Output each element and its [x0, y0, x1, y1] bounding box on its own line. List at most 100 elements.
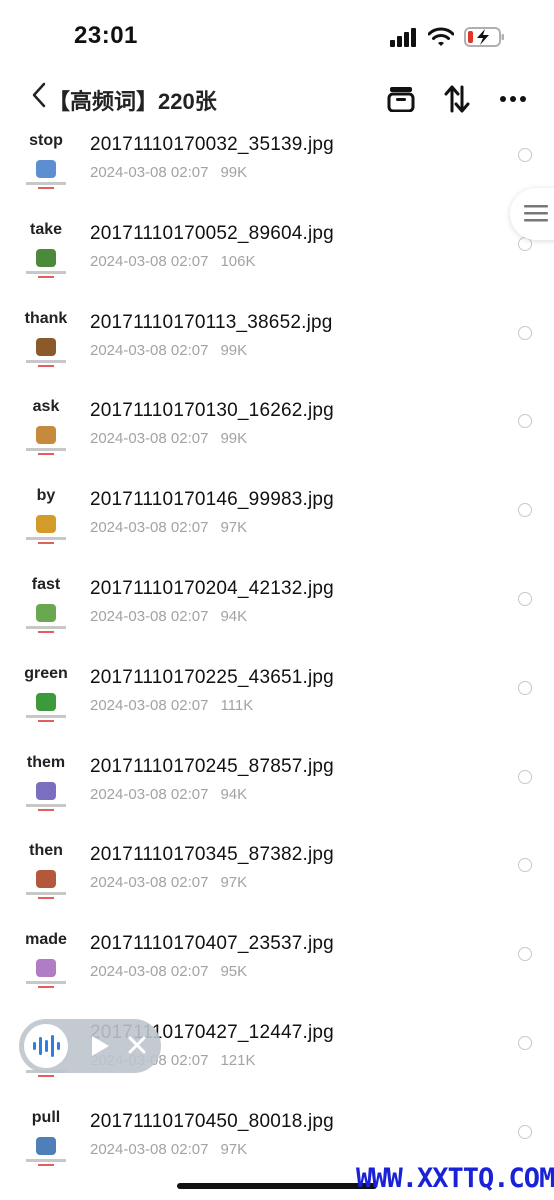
select-radio[interactable]	[518, 858, 532, 873]
thumbnail-caption-line	[26, 803, 66, 807]
list-item[interactable]: them 20171110170245_87857.jpg 2024-03-08 0…	[0, 746, 554, 835]
list-item[interactable]: fast 20171110170204_42132.jpg 2024-03-08 0…	[0, 568, 554, 657]
sort-icon[interactable]	[442, 84, 472, 114]
file-name: 20171110170052_89604.jpg	[90, 222, 334, 244]
file-name: 20171110170245_87857.jpg	[90, 755, 334, 777]
select-radio[interactable]	[518, 503, 532, 518]
play-icon[interactable]	[89, 1034, 111, 1063]
list-item[interactable]: ask 20171110170130_16262.jpg 2024-03-08 02…	[0, 390, 554, 479]
file-thumbnail: them	[20, 754, 72, 814]
thumbnail-caption-line	[26, 981, 66, 985]
battery-charging-icon	[464, 26, 506, 53]
file-size: 95K	[220, 963, 248, 981]
select-radio[interactable]	[518, 414, 532, 429]
file-date: 2024-03-08 02:07	[90, 252, 209, 270]
thumbnail-caption-highlight	[38, 187, 54, 189]
file-meta: 2024-03-08 02:07 97K	[90, 874, 247, 891]
thumbnail-caption-line	[26, 182, 66, 185]
list-item[interactable]: green 20171110170225_43651.jpg 2024-03-08 …	[0, 657, 554, 746]
thumbnail-word: them	[26, 753, 66, 771]
list-item[interactable]: thank 20171110170113_38652.jpg 2024-03-08 …	[0, 302, 554, 391]
status-bar: 23:01	[0, 0, 554, 70]
file-size: 121K	[220, 1052, 256, 1069]
file-date: 2024-03-08 02:07	[90, 341, 209, 359]
file-meta: 2024-03-08 02:07 95K	[90, 963, 247, 980]
file-date: 2024-03-08 02:07	[90, 430, 209, 448]
file-name: 20171110170130_16262.jpg	[90, 400, 334, 422]
select-radio[interactable]	[518, 148, 532, 162]
list-item[interactable]: stop 20171110170032_35139.jpg 2024-03-08 0…	[0, 124, 554, 213]
close-icon[interactable]	[126, 1034, 148, 1061]
list-item[interactable]: by 20171110170146_99983.jpg 2024-03-08 02:…	[0, 479, 554, 568]
page-title: 【高频词】220张	[48, 89, 217, 114]
file-meta: 2024-03-08 02:07 97K	[90, 1141, 247, 1158]
thumbnail-illustration	[36, 337, 56, 356]
thumbnail-illustration	[36, 248, 56, 267]
file-name: 20171110170407_23537.jpg	[90, 933, 334, 955]
file-date: 2024-03-08 02:07	[90, 963, 209, 981]
select-radio[interactable]	[518, 592, 532, 606]
thumbnail-caption-highlight	[38, 275, 54, 278]
select-radio[interactable]	[518, 1124, 532, 1139]
voice-wave-icon[interactable]	[24, 1024, 68, 1068]
file-size: 94K	[220, 785, 248, 803]
file-thumbnail: take	[20, 221, 72, 281]
file-meta: 2024-03-08 02:07 111K	[90, 697, 253, 714]
file-size: 99K	[220, 430, 248, 448]
nav-bar: 【高频词】220张	[0, 72, 554, 124]
file-name: 20171110170204_42132.jpg	[90, 578, 334, 599]
file-name: 20171110170146_99983.jpg	[90, 489, 334, 511]
file-meta: 2024-03-08 02:07 97K	[90, 519, 247, 536]
file-name: 20171110170225_43651.jpg	[90, 666, 334, 688]
status-time: 23:01	[74, 22, 138, 49]
thumbnail-caption-line	[26, 714, 66, 718]
thumbnail-word: thank	[24, 309, 68, 327]
list-item[interactable]: then 20171110170345_87382.jpg 2024-03-08 0…	[0, 834, 554, 923]
thumbnail-caption-line	[26, 448, 66, 452]
file-thumbnail: green	[20, 665, 72, 725]
select-radio[interactable]	[518, 680, 532, 695]
side-menu-tab[interactable]	[510, 188, 554, 240]
thumbnail-word: then	[29, 842, 63, 860]
file-date: 2024-03-08 02:07	[90, 696, 209, 714]
file-meta: 2024-03-08 02:07 106K	[90, 253, 255, 270]
thumbnail-caption-line	[26, 359, 66, 363]
file-name: 20171110170032_35139.jpg	[90, 134, 334, 155]
thumbnail-caption-highlight	[38, 808, 54, 811]
file-size: 97K	[220, 874, 248, 892]
status-icons	[390, 26, 506, 53]
chevron-left-icon[interactable]	[32, 82, 46, 114]
more-icon[interactable]	[498, 84, 528, 114]
thumbnail-illustration	[36, 692, 56, 711]
select-radio[interactable]	[518, 1036, 532, 1050]
thumbnail-caption-line	[26, 537, 66, 541]
thumbnail-illustration	[36, 870, 56, 889]
file-size: 99K	[220, 164, 248, 181]
file-name: 20171110170450_80018.jpg	[90, 1110, 334, 1132]
file-meta: 2024-03-08 02:07 99K	[90, 164, 247, 181]
thumbnail-illustration	[36, 1136, 56, 1155]
thumbnail-illustration	[36, 515, 56, 534]
archive-icon[interactable]	[386, 84, 416, 114]
file-date: 2024-03-08 02:07	[90, 1140, 209, 1158]
list-item[interactable]: made 20171110170407_23537.jpg 2024-03-08 0…	[0, 923, 554, 1012]
wifi-icon	[427, 27, 455, 52]
thumbnail-word: by	[36, 487, 56, 505]
select-radio[interactable]	[518, 769, 532, 784]
list-item[interactable]: take 20171110170052_89604.jpg 2024-03-08 0…	[0, 213, 554, 302]
file-thumbnail: fast	[20, 576, 72, 636]
thumbnail-illustration	[36, 426, 56, 445]
thumbnail-word: pull	[31, 1108, 61, 1126]
file-date: 2024-03-08 02:07	[90, 608, 209, 625]
select-radio[interactable]	[518, 325, 532, 340]
file-size: 99K	[220, 341, 248, 359]
home-indicator[interactable]	[177, 1183, 377, 1189]
file-size: 97K	[220, 519, 248, 537]
thumbnail-caption-highlight	[38, 719, 54, 722]
select-radio[interactable]	[518, 947, 532, 962]
file-size: 106K	[220, 252, 256, 270]
file-thumbnail: then	[20, 842, 72, 902]
file-meta: 2024-03-08 02:07 99K	[90, 430, 247, 447]
file-name: 20171110170113_38652.jpg	[90, 311, 333, 333]
file-thumbnail: by	[20, 487, 72, 547]
